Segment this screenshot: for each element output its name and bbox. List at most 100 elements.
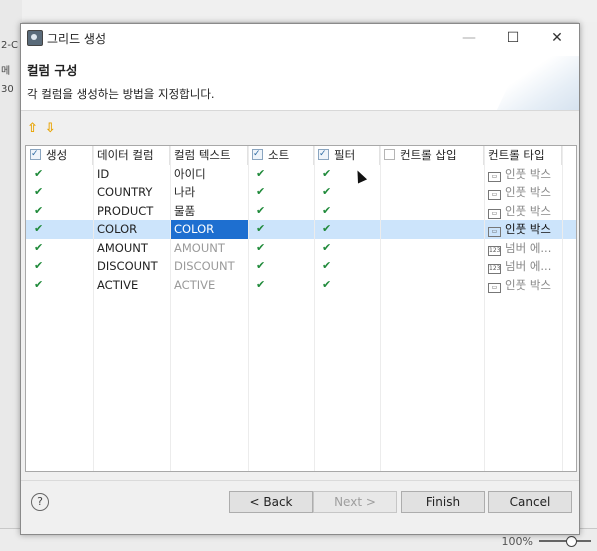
insert-control-cell[interactable]: [380, 165, 484, 184]
filter-check[interactable]: ✔: [314, 183, 380, 202]
sort-check[interactable]: ✔: [248, 165, 314, 184]
column-text-cell[interactable]: DISCOUNT: [170, 257, 248, 276]
column-header-column-text[interactable]: 컬럼 텍스트: [170, 146, 248, 165]
header-checkbox[interactable]: [30, 146, 41, 163]
finish-button[interactable]: Finish: [401, 491, 485, 513]
filter-check[interactable]: ✔: [314, 202, 380, 221]
header-checkbox[interactable]: [384, 149, 395, 160]
input-box-icon: ▭: [488, 208, 501, 219]
column-text-cell[interactable]: ACTIVE: [170, 276, 248, 295]
data-column-cell: COLOR: [97, 222, 138, 236]
back-button[interactable]: < Back: [229, 491, 313, 513]
move-up-icon[interactable]: ⇧: [27, 121, 38, 136]
create-check[interactable]: ✔: [26, 257, 93, 276]
filter-check[interactable]: ✔: [314, 220, 380, 239]
column-header-control-type[interactable]: 컨트롤 타입: [484, 146, 562, 165]
sort-check[interactable]: ✔: [248, 257, 314, 276]
column-divider: [248, 146, 249, 471]
insert-control-cell[interactable]: [380, 183, 484, 202]
background-fragment: 30: [1, 84, 14, 95]
table-row[interactable]: ✔ AMOUNT AMOUNT ✔ ✔ 123 넘버 에...: [26, 239, 576, 258]
control-type-cell[interactable]: ▭ 인풋 박스: [484, 165, 562, 184]
dialog-title: 그리드 생성: [47, 32, 107, 46]
input-box-icon: ▭: [488, 190, 501, 200]
move-down-icon[interactable]: ⇩: [45, 121, 56, 136]
column-text-editor[interactable]: COLOR: [170, 220, 248, 239]
data-column-cell: ACTIVE: [97, 277, 139, 292]
insert-control-cell[interactable]: [380, 202, 484, 221]
zoom-slider[interactable]: [539, 540, 591, 542]
column-text-cell[interactable]: 물품: [170, 202, 248, 221]
create-check[interactable]: ✔: [26, 239, 93, 258]
filter-check[interactable]: ✔: [314, 239, 380, 258]
control-type-cell[interactable]: 123 넘버 에...: [484, 257, 562, 276]
control-type-cell[interactable]: ▭ 인풋 박스: [484, 202, 562, 221]
cancel-button[interactable]: Cancel: [488, 491, 572, 513]
control-type-cell[interactable]: ▭ 인풋 박스: [484, 276, 562, 295]
table-header-row: 생성 데이터 컬럼 컬럼 텍스트 소트 필터 컨트롤 삽입 컨트롤 타입: [26, 146, 576, 165]
insert-control-cell[interactable]: [380, 239, 484, 258]
zoom-slider-handle[interactable]: [566, 536, 577, 547]
column-header-create[interactable]: 생성: [26, 146, 93, 165]
create-check[interactable]: ✔: [26, 183, 93, 202]
column-text-cell[interactable]: 나라: [170, 183, 248, 202]
sort-check[interactable]: ✔: [248, 220, 314, 239]
create-check[interactable]: ✔: [26, 276, 93, 295]
sort-check[interactable]: ✔: [248, 239, 314, 258]
header-checkbox[interactable]: [318, 146, 329, 163]
minimize-button[interactable]: —: [447, 24, 491, 52]
background-app-left-pane: 2-C 메 30: [0, 0, 22, 550]
column-text-cell[interactable]: 아이디: [170, 165, 248, 184]
data-column-cell: DISCOUNT: [97, 259, 158, 273]
create-check[interactable]: ✔: [26, 202, 93, 221]
table-row[interactable]: ✔ ACTIVE ACTIVE ✔ ✔ ▭ 인풋 박스: [26, 276, 576, 295]
data-column-cell: ID: [97, 166, 110, 181]
data-column-cell: PRODUCT: [97, 203, 154, 218]
filter-check[interactable]: ✔: [314, 276, 380, 295]
column-divider: [562, 146, 563, 471]
control-type-cell[interactable]: ▭ 인풋 박스: [484, 220, 562, 239]
table-row[interactable]: ✔ DISCOUNT DISCOUNT ✔ ✔ 123 넘버 에...: [26, 257, 576, 276]
help-icon[interactable]: ?: [31, 493, 49, 511]
background-fragment: 2-C: [1, 40, 18, 51]
sort-check[interactable]: ✔: [248, 183, 314, 202]
column-header-filter[interactable]: 필터: [314, 146, 380, 165]
maximize-button[interactable]: ☐: [491, 24, 535, 52]
column-text-cell[interactable]: AMOUNT: [170, 239, 248, 258]
background-fragment: 메: [1, 66, 11, 77]
column-config-table: 생성 데이터 컬럼 컬럼 텍스트 소트 필터 컨트롤 삽입 컨트롤 타입 ✔ I…: [25, 145, 577, 472]
create-check[interactable]: ✔: [26, 220, 93, 239]
column-header-data-column[interactable]: 데이터 컬럼: [93, 146, 170, 165]
table-row[interactable]: ✔ COUNTRY 나라 ✔ ✔ ▭ 인풋 박스: [26, 183, 576, 202]
insert-control-cell[interactable]: [380, 276, 484, 295]
table-row-selected[interactable]: ✔ COLOR COLOR ✔ ✔ ▭ 인풋 박스: [26, 220, 576, 239]
footer-divider: [21, 480, 579, 481]
column-header-insert-control[interactable]: 컨트롤 삽입: [380, 146, 484, 165]
sort-check[interactable]: ✔: [248, 202, 314, 221]
column-header-sort[interactable]: 소트: [248, 146, 314, 165]
create-check[interactable]: ✔: [26, 165, 93, 184]
table-row[interactable]: ✔ ID 아이디 ✔ ✔ ▭ 인풋 박스: [26, 165, 576, 184]
column-divider: [93, 146, 94, 471]
header-checkbox[interactable]: [252, 146, 263, 163]
column-divider: [170, 146, 171, 471]
sort-check[interactable]: ✔: [248, 276, 314, 295]
table-row[interactable]: ✔ PRODUCT 물품 ✔ ✔ ▭ 인풋 박스: [26, 202, 576, 221]
number-editor-icon: 123: [488, 245, 501, 256]
input-box-icon: ▭: [488, 227, 501, 237]
insert-control-cell[interactable]: [380, 220, 484, 239]
filter-check[interactable]: ✔: [314, 257, 380, 276]
insert-control-cell[interactable]: [380, 257, 484, 276]
next-button[interactable]: Next >: [313, 491, 397, 513]
app-icon: [27, 30, 43, 46]
header-decoration: [495, 56, 579, 110]
control-type-cell[interactable]: ▭ 인풋 박스: [484, 183, 562, 202]
column-divider: [380, 146, 381, 471]
filter-check[interactable]: ✔: [314, 165, 380, 184]
wizard-page-title: 컬럼 구성: [27, 63, 78, 78]
column-divider: [314, 146, 315, 471]
input-box-icon: ▭: [488, 282, 501, 293]
close-button[interactable]: ✕: [535, 24, 579, 52]
data-column-cell: COUNTRY: [97, 185, 153, 199]
control-type-cell[interactable]: 123 넘버 에...: [484, 239, 562, 258]
